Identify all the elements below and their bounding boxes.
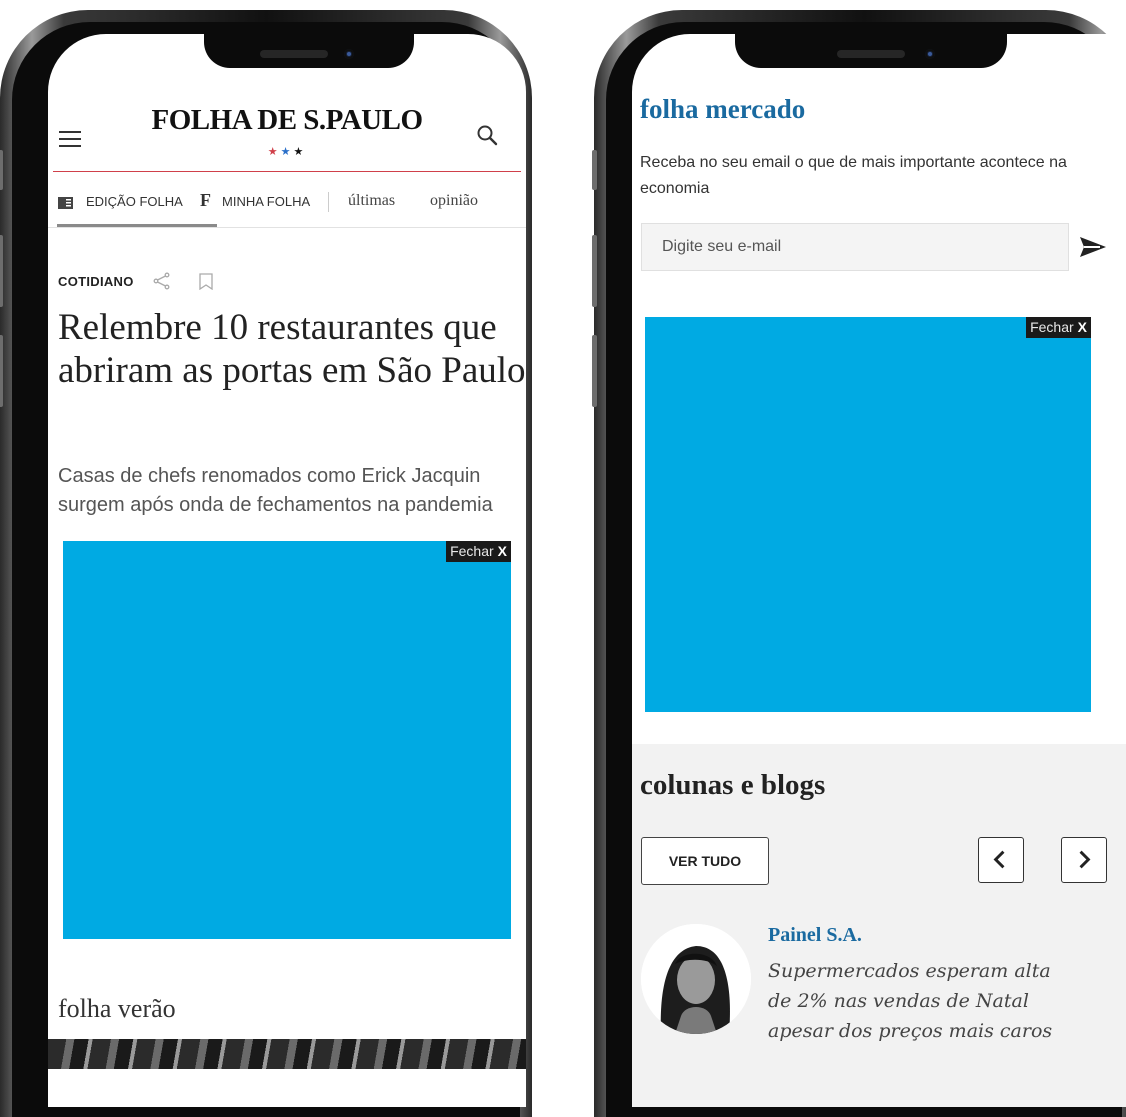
email-input[interactable] [641, 223, 1069, 271]
section-title-folha-verao[interactable]: folha verão [58, 994, 176, 1024]
previous-button[interactable] [978, 837, 1024, 883]
ad-close-label: Fechar [450, 543, 494, 559]
close-icon: X [497, 543, 507, 559]
site-header: FOLHA DE S.PAULO ★★★ [48, 34, 526, 176]
chevron-left-icon [993, 850, 1005, 869]
chevron-right-icon [1079, 850, 1091, 869]
close-icon: X [1077, 319, 1087, 335]
avatar-portrait [641, 924, 751, 1034]
column-headline[interactable]: Supermercados esperam alta de 2% nas ven… [768, 956, 1058, 1046]
nav-minha-folha[interactable]: MINHA FOLHA [222, 194, 310, 209]
share-icon[interactable] [152, 271, 172, 291]
ad-banner[interactable]: Fechar X [645, 317, 1091, 712]
nav-divider [48, 227, 526, 228]
camera [925, 49, 935, 59]
volume-up-button [592, 235, 597, 307]
newsletter-description: Receba no seu email o que de mais import… [640, 154, 1067, 197]
columns-title: colunas e blogs [640, 769, 826, 801]
logo-stars: ★★★ [267, 146, 307, 158]
volume-down-button [0, 335, 3, 407]
nav-ultimas[interactable]: últimas [348, 192, 395, 210]
newsletter-title: folha mercado [640, 94, 806, 124]
next-button[interactable] [1061, 837, 1107, 883]
ad-banner[interactable]: Fechar X [63, 541, 511, 939]
volume-down-button [592, 335, 597, 407]
site-logo[interactable]: FOLHA DE S.PAULO [48, 104, 526, 137]
bookmark-icon[interactable] [199, 273, 213, 290]
volume-up-button [0, 235, 3, 307]
ad-close-button[interactable]: Fechar X [446, 541, 511, 562]
section-image[interactable] [48, 1039, 526, 1069]
side-button [0, 150, 3, 190]
newspaper-icon [58, 197, 73, 209]
minha-folha-logo-icon: F [200, 190, 211, 210]
ad-close-label: Fechar [1030, 319, 1074, 335]
send-icon[interactable] [1078, 234, 1108, 260]
right-phone-screen: folha mercado Receba no seu email o que … [632, 34, 1126, 1107]
article-section-label[interactable]: COTIDIANO [58, 274, 134, 289]
left-phone-screen: FOLHA DE S.PAULO ★★★ EDIÇÃO FOLHA F MINH… [48, 34, 526, 1107]
nav-separator [328, 192, 329, 212]
header-divider [53, 171, 521, 172]
article-headline: Relembre 10 restaurantes que abriram as … [58, 307, 526, 391]
see-all-button[interactable]: VER TUDO [641, 837, 769, 885]
columnist-name[interactable]: Painel S.A. [768, 924, 862, 947]
columnist-avatar[interactable] [641, 924, 751, 1034]
nav-opiniao[interactable]: opinião [430, 192, 478, 210]
article-subtitle: Casas de chefs renomados como Erick Jacq… [58, 465, 493, 516]
speaker [837, 50, 905, 58]
search-icon[interactable] [476, 124, 498, 146]
nav-edicao-folha[interactable]: EDIÇÃO FOLHA [86, 194, 183, 209]
notch [735, 34, 1007, 68]
ad-close-button[interactable]: Fechar X [1026, 317, 1091, 338]
section-nav: EDIÇÃO FOLHA F MINHA FOLHA últimas opini… [48, 190, 526, 230]
side-button [592, 150, 597, 190]
